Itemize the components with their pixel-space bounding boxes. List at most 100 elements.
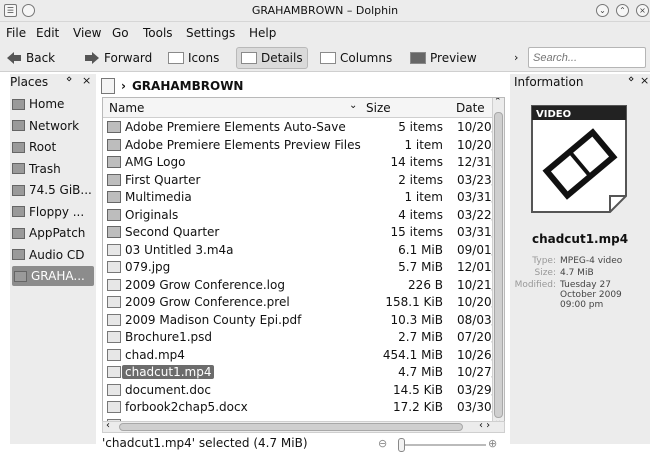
float-panel-icon[interactable]: ⋄ bbox=[66, 74, 72, 85]
file-icon bbox=[107, 366, 121, 378]
file-size: 14.5 KiB bbox=[393, 382, 443, 397]
places-item[interactable]: 74.5 GiB... bbox=[12, 180, 94, 200]
file-date: 09/01/ bbox=[457, 242, 496, 257]
table-row[interactable]: forbook2chap5.docx 17.2 KiB 03/30/ bbox=[105, 399, 496, 416]
location-icon[interactable] bbox=[101, 78, 115, 94]
vertical-scrollbar[interactable]: ⌃ ⌄ bbox=[492, 98, 504, 432]
file-name: Multimedia bbox=[125, 190, 192, 204]
back-button[interactable]: Back bbox=[2, 47, 59, 69]
columns-view-button[interactable]: Columns bbox=[316, 47, 396, 69]
places-item[interactable]: Root bbox=[12, 137, 94, 157]
minimize-icon[interactable]: ⌄ bbox=[596, 4, 609, 17]
table-row[interactable]: 2009 Grow Conference.log 226 B 10/21/ bbox=[105, 277, 496, 294]
file-date: 12/01/ bbox=[457, 260, 496, 274]
places-item[interactable]: Network bbox=[12, 116, 94, 136]
zoom-out-icon[interactable]: ⊖ bbox=[378, 437, 387, 450]
cd-icon bbox=[12, 249, 25, 260]
file-name: 03 Untitled 3.m4a bbox=[125, 242, 234, 257]
zoom-in-icon[interactable]: ⊕ bbox=[488, 437, 497, 450]
places-item-label: Trash bbox=[29, 161, 61, 176]
places-item[interactable]: Floppy ... bbox=[12, 202, 94, 222]
toolbar-overflow-icon[interactable]: › bbox=[514, 51, 518, 64]
menu-settings[interactable]: Settings bbox=[186, 26, 235, 40]
horizontal-scrollbar[interactable]: ‹ ‹ › bbox=[102, 420, 505, 433]
file-size: 10.3 MiB bbox=[390, 312, 443, 327]
maximize-icon[interactable]: ⌃ bbox=[616, 4, 629, 17]
file-name: forbook2chap5.docx bbox=[125, 400, 248, 414]
menu-file[interactable]: File bbox=[6, 26, 26, 40]
file-size: 5.7 MiB bbox=[398, 260, 443, 274]
file-list: Name ⌄ Size Date Adobe Premiere Elements… bbox=[102, 97, 505, 433]
table-row[interactable]: First Quarter 2 items 03/23/ bbox=[105, 172, 496, 189]
scroll-left-icon[interactable]: ‹ bbox=[106, 420, 110, 431]
file-date: 10/20/ bbox=[457, 137, 496, 152]
places-item[interactable]: GRAHA... bbox=[12, 266, 94, 286]
forward-label: Forward bbox=[104, 51, 153, 65]
horizontal-scroll-thumb[interactable] bbox=[119, 423, 463, 431]
places-item[interactable]: Home bbox=[12, 94, 94, 114]
file-name: Second Quarter bbox=[125, 225, 220, 239]
folder-icon bbox=[107, 208, 121, 221]
file-name: chad.mp4 bbox=[125, 347, 185, 362]
preview-icon bbox=[410, 52, 426, 64]
table-row[interactable]: 079.jpg 5.7 MiB 12/01/ bbox=[105, 259, 496, 276]
preview-button[interactable]: Preview bbox=[406, 47, 481, 69]
breadcrumb-current[interactable]: GRAHAMBROWN bbox=[132, 79, 244, 93]
file-date: 10/27/ bbox=[457, 365, 496, 379]
search-input[interactable] bbox=[528, 47, 646, 68]
float-panel-icon[interactable]: ⋄ bbox=[628, 74, 634, 85]
table-row[interactable]: AMG Logo 14 items 12/31/ bbox=[105, 154, 496, 171]
file-size: 2.7 MiB bbox=[398, 330, 443, 344]
vertical-scroll-thumb[interactable] bbox=[494, 112, 503, 418]
window-title: GRAHAMBROWN – Dolphin bbox=[251, 4, 399, 17]
places-item[interactable]: AppPatch bbox=[12, 223, 94, 243]
zoom-handle[interactable] bbox=[398, 438, 405, 452]
places-item[interactable]: Trash bbox=[12, 159, 94, 179]
close-panel-icon[interactable]: × bbox=[640, 74, 649, 87]
close-panel-icon[interactable]: × bbox=[82, 74, 91, 87]
file-name: Adobe Premiere Elements Auto-Save bbox=[125, 120, 346, 134]
home-icon bbox=[12, 98, 25, 110]
scroll-up-icon[interactable]: ⌃ bbox=[494, 98, 502, 107]
table-row[interactable]: 03 Untitled 3.m4a 6.1 MiB 09/01/ bbox=[105, 242, 496, 259]
folder-icon bbox=[107, 226, 121, 238]
places-item-label: Home bbox=[29, 97, 65, 111]
table-row[interactable]: Multimedia 1 item 03/31/ bbox=[105, 189, 496, 206]
forward-button[interactable]: Forward bbox=[80, 47, 156, 69]
table-row[interactable]: chad.mp4 454.1 MiB 10/26/ bbox=[105, 347, 496, 364]
menu-help[interactable]: Help bbox=[249, 26, 276, 40]
table-row[interactable]: Second Quarter 15 items 03/31/ bbox=[105, 224, 496, 241]
menu-edit[interactable]: Edit bbox=[36, 26, 59, 40]
folder-icon bbox=[107, 138, 121, 151]
close-icon[interactable]: × bbox=[636, 4, 649, 17]
size-value: 4.7 MiB bbox=[560, 268, 594, 278]
places-item-label: Root bbox=[29, 140, 57, 154]
menu-go[interactable]: Go bbox=[112, 26, 129, 40]
file-date: 03/23/ bbox=[457, 172, 496, 187]
table-row[interactable]: Adobe Premiere Elements Auto-Save 5 items… bbox=[105, 119, 496, 136]
menu-view[interactable]: View bbox=[73, 26, 101, 40]
name-column-header[interactable]: Name bbox=[109, 101, 144, 115]
table-row[interactable]: 2009 Madison County Epi.pdf 10.3 MiB 08/03… bbox=[105, 312, 496, 329]
file-icon bbox=[107, 278, 121, 291]
size-column-header[interactable]: Size bbox=[366, 101, 391, 115]
table-row[interactable]: document.doc 14.5 KiB 03/29/ bbox=[105, 382, 496, 399]
details-view-button[interactable]: Details bbox=[236, 47, 308, 69]
modified-value-line-2: October 2009 bbox=[560, 290, 622, 300]
preview-label: Preview bbox=[430, 51, 477, 65]
menu-tools[interactable]: Tools bbox=[143, 26, 173, 40]
breadcrumb: › GRAHAMBROWN bbox=[101, 74, 506, 98]
table-row[interactable]: chadcut1.mp4 4.7 MiB 10/27/ bbox=[105, 364, 496, 381]
table-row[interactable]: Originals 4 items 03/22/ bbox=[105, 207, 496, 224]
date-column-header[interactable]: Date bbox=[456, 101, 485, 115]
zoom-slider[interactable]: ⊖ ⊕ bbox=[378, 437, 504, 453]
folder-icon bbox=[12, 141, 25, 153]
table-row[interactable]: Brochure1.psd 2.7 MiB 07/20/ bbox=[105, 329, 496, 346]
table-row[interactable]: Adobe Premiere Elements Preview Files 1 i… bbox=[105, 137, 496, 154]
folder-icon bbox=[107, 191, 121, 203]
places-item[interactable]: Audio CD bbox=[12, 245, 94, 265]
icons-view-button[interactable]: Icons bbox=[164, 47, 223, 69]
table-row[interactable]: 2009 Grow Conference.prel 158.1 KiB 10/20/ bbox=[105, 294, 496, 311]
scroll-right-icon[interactable]: ‹ › bbox=[479, 420, 490, 431]
type-value: MPEG-4 video bbox=[560, 256, 623, 266]
